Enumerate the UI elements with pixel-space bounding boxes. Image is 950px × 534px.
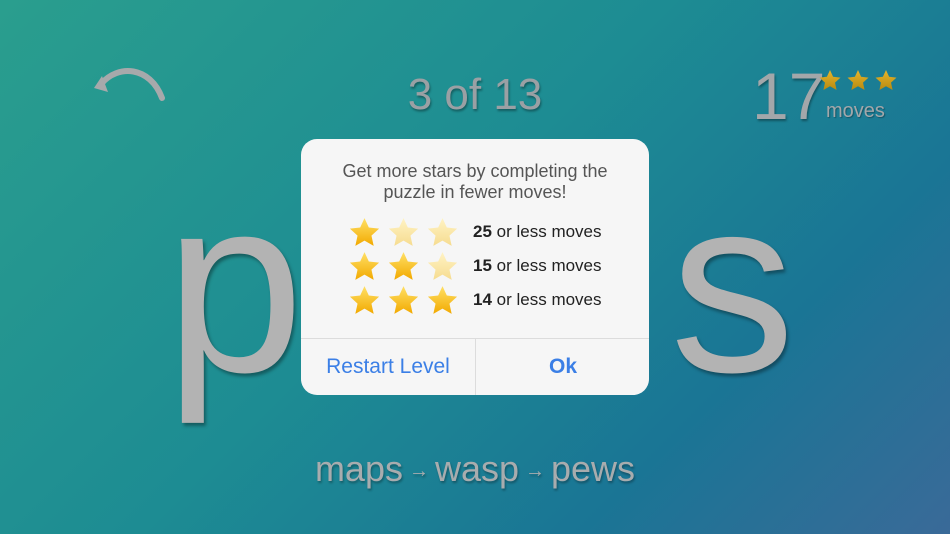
dialog-message-line-1: Get more stars by completing the xyxy=(342,161,608,181)
requirement-suffix: or less moves xyxy=(491,222,602,241)
requirement-moves: 15 xyxy=(473,256,492,275)
star-rating xyxy=(347,284,473,316)
star-empty-icon xyxy=(427,218,458,246)
requirement-suffix: or less moves xyxy=(491,290,602,309)
star-filled-icon xyxy=(427,286,458,314)
star-empty-icon xyxy=(427,252,458,280)
moves-label: moves xyxy=(826,100,885,122)
dialog-message: Get more stars by completing the puzzle … xyxy=(301,161,649,203)
requirement-moves: 25 xyxy=(473,222,492,241)
requirement-suffix: or less moves xyxy=(491,256,602,275)
star-filled-icon xyxy=(349,286,380,314)
star-info-dialog: Get more stars by completing the puzzle … xyxy=(301,139,649,395)
chain-word-1: maps xyxy=(314,448,403,489)
star-row: 15 or less moves xyxy=(347,249,602,283)
requirement-text: 14 or less moves xyxy=(473,290,602,310)
star-filled-icon xyxy=(388,252,419,280)
star-icon xyxy=(847,70,869,90)
restart-level-button[interactable]: Restart Level xyxy=(301,339,475,395)
star-filled-icon xyxy=(349,218,380,246)
star-row: 14 or less moves xyxy=(347,283,602,317)
star-row: 25 or less moves xyxy=(347,215,602,249)
star-rating xyxy=(347,250,473,282)
star-filled-icon xyxy=(349,252,380,280)
star-requirements: 25 or less moves 15 or less moves 14 or … xyxy=(347,215,602,317)
board-letter-right[interactable]: s xyxy=(670,160,795,410)
ok-button[interactable]: Ok xyxy=(476,339,649,395)
board-letter-left[interactable]: p xyxy=(165,160,304,410)
dialog-message-line-2: puzzle in fewer moves! xyxy=(383,182,567,202)
chain-word-2: wasp xyxy=(434,448,520,489)
arrow-icon: → xyxy=(525,459,546,482)
star-rating xyxy=(347,216,473,248)
chain-word-3: pews xyxy=(551,448,636,489)
word-chain: maps → wasp → pews xyxy=(0,448,950,490)
requirement-moves: 14 xyxy=(473,290,492,309)
star-icon xyxy=(819,70,841,90)
requirement-text: 25 or less moves xyxy=(473,222,602,242)
star-filled-icon xyxy=(388,286,419,314)
hud-star-rating xyxy=(818,68,898,92)
star-icon xyxy=(875,70,897,90)
moves-count: 17 xyxy=(752,59,826,133)
requirement-text: 15 or less moves xyxy=(473,256,602,276)
arrow-icon: → xyxy=(408,459,429,482)
star-empty-icon xyxy=(388,218,419,246)
